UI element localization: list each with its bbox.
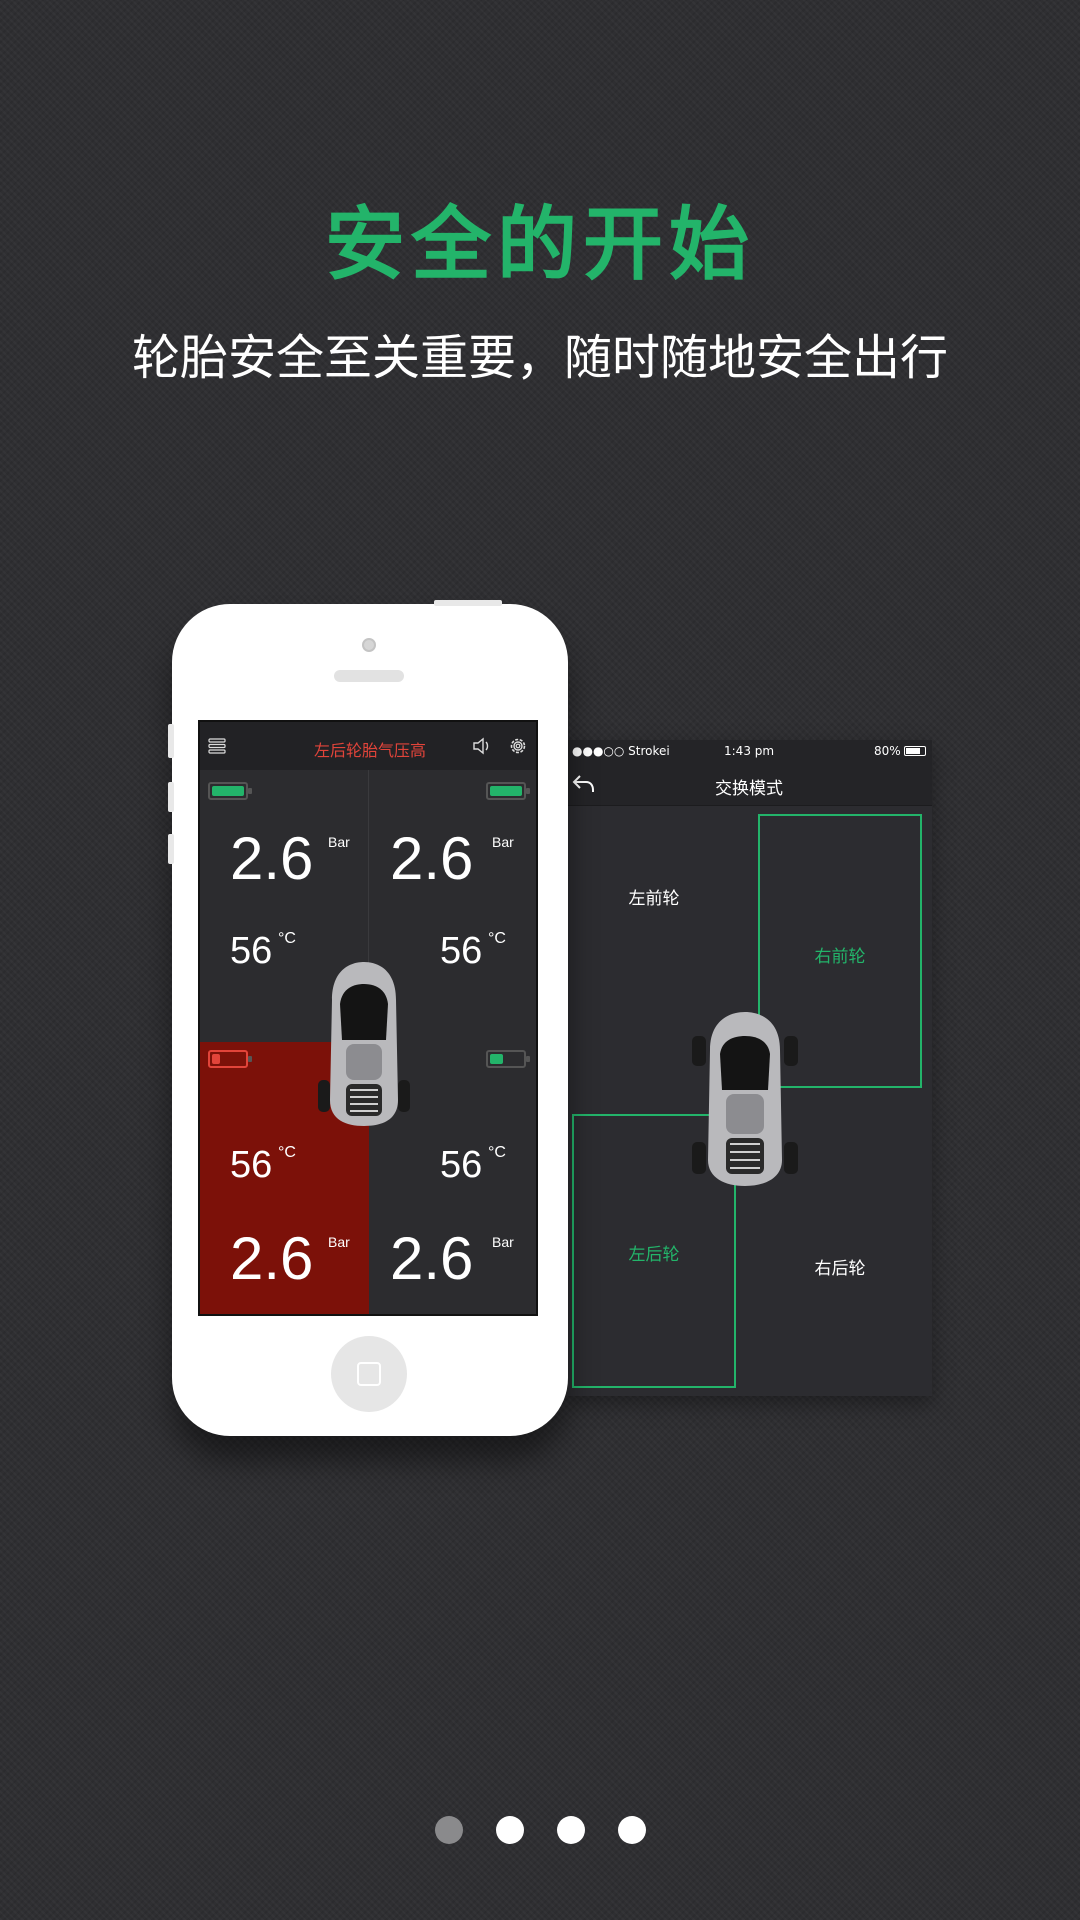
battery-indicator <box>208 1050 252 1068</box>
battery-fill <box>212 1054 220 1064</box>
pressure-value: 2.6 <box>390 825 474 892</box>
nav-bar: 交换模式 <box>566 762 932 806</box>
pressure-unit: Bar <box>492 834 514 850</box>
temperature-unit: °C <box>488 1144 506 1161</box>
page-dot[interactable] <box>434 1816 463 1844</box>
volume-up-button <box>168 782 174 812</box>
tire-monitor-screen: 左后轮胎气压高 2.6 Bar 56 °C 2.6 Bar 56 °C 56 °… <box>198 720 538 1316</box>
temperature-unit: °C <box>488 930 506 947</box>
phone-mockup: 左后轮胎气压高 2.6 Bar 56 °C 2.6 Bar 56 °C 56 °… <box>168 600 568 1436</box>
temperature-value: 56 <box>440 930 483 972</box>
home-button[interactable] <box>331 1336 407 1412</box>
wheel-label-front-right[interactable]: 右前轮 <box>780 942 900 967</box>
front-camera <box>362 638 376 652</box>
earpiece-speaker <box>334 670 404 682</box>
pressure-value: 2.6 <box>230 825 314 892</box>
temperature-unit: °C <box>278 930 296 947</box>
clock-text: 1:43 pm <box>724 744 775 758</box>
page-dot[interactable] <box>556 1816 585 1844</box>
page-dot[interactable] <box>495 1816 524 1844</box>
wheel-label-rear-right[interactable]: 右后轮 <box>780 1254 900 1279</box>
gear-icon[interactable] <box>508 736 528 756</box>
battery-fill <box>212 786 244 796</box>
subheadline: 轮胎安全至关重要，随时随地安全出行 <box>131 330 948 386</box>
temperature-unit: °C <box>278 1144 296 1161</box>
temperature-value: 56 <box>230 1144 273 1186</box>
wheel-label-rear-left[interactable]: 左后轮 <box>594 1240 714 1265</box>
car-top-view-icon <box>318 962 410 1126</box>
carrier-text: ●●●○○ Strokei <box>572 744 670 758</box>
swap-mode-screen: ●●●○○ Strokei 1:43 pm 80% 交换模式 左前轮 右前轮 左… <box>566 740 932 1396</box>
page-dot[interactable] <box>617 1816 646 1844</box>
battery-icon <box>904 746 926 756</box>
temperature-value: 56 <box>230 930 273 972</box>
battery-indicator <box>208 782 252 800</box>
car-top-view-icon <box>692 1012 798 1186</box>
wheel-label-front-left[interactable]: 左前轮 <box>594 884 714 909</box>
pressure-unit: Bar <box>492 1234 514 1250</box>
monitor-header: 左后轮胎气压高 <box>200 722 536 770</box>
battery-indicator <box>486 782 530 800</box>
pressure-unit: Bar <box>328 834 350 850</box>
mute-switch <box>168 724 174 758</box>
speaker-icon[interactable] <box>472 737 492 755</box>
pressure-unit: Bar <box>328 1234 350 1250</box>
nav-title: 交换模式 <box>715 779 783 799</box>
pressure-value: 2.6 <box>390 1225 474 1292</box>
battery-indicator <box>486 1050 530 1068</box>
power-button <box>434 600 502 606</box>
battery-percent: 80% <box>874 744 901 758</box>
battery-fill <box>490 786 522 796</box>
volume-down-button <box>168 834 174 864</box>
battery-fill <box>490 1054 503 1064</box>
page-indicator <box>0 1816 1080 1846</box>
temperature-value: 56 <box>440 1144 483 1186</box>
pressure-value: 2.6 <box>230 1225 314 1292</box>
status-bar: ●●●○○ Strokei 1:43 pm 80% <box>566 740 932 762</box>
headline: 安全的开始 <box>325 198 755 291</box>
